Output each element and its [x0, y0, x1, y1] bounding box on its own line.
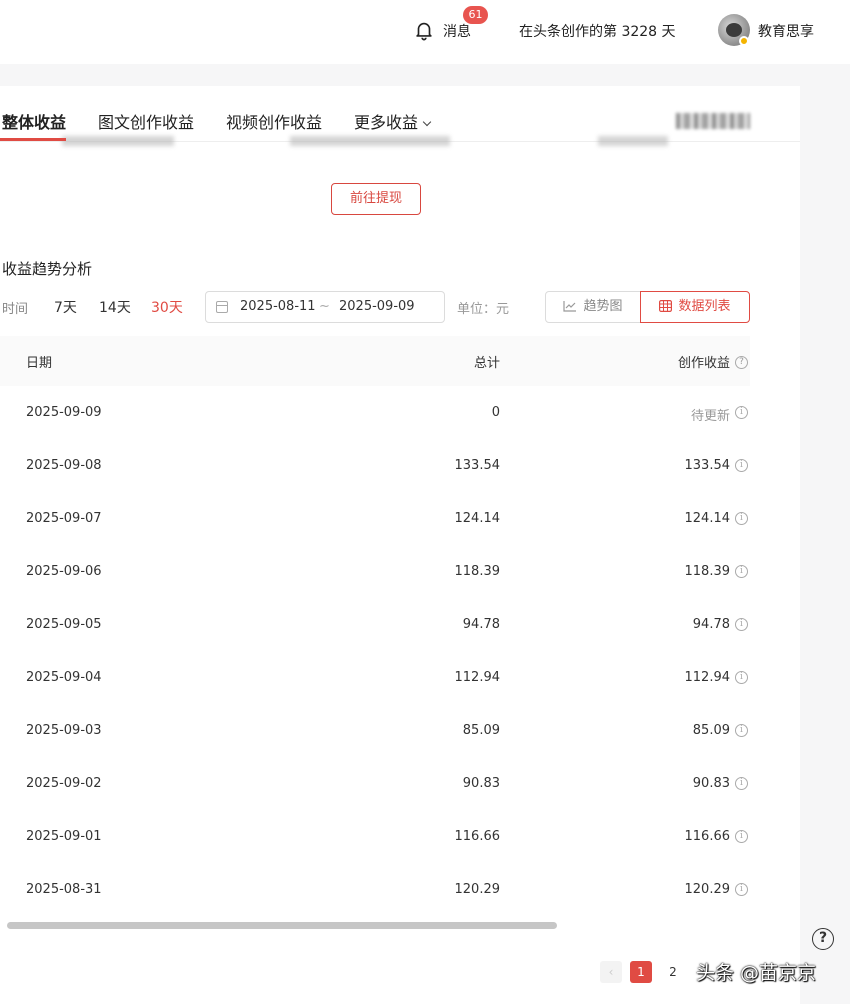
messages-link[interactable]: 消息	[443, 21, 471, 41]
tab-video[interactable]: 视频创作收益	[226, 109, 322, 133]
info-icon[interactable]: i	[735, 512, 748, 525]
table-header: 日期 总计 创作收益?	[0, 336, 750, 386]
date-range-picker[interactable]: 2025-08-11 ~ 2025-09-09	[205, 291, 445, 323]
info-icon[interactable]: i	[735, 459, 748, 472]
table-row: 2025-08-31 120.29 120.29 i	[0, 863, 750, 916]
info-icon[interactable]: i	[735, 830, 748, 843]
page-1-button[interactable]: 1	[630, 961, 652, 983]
range-7-days[interactable]: 7天	[54, 297, 77, 317]
table-row: 2025-09-09 0 待更新 i	[0, 386, 750, 439]
row-total: 90.83	[462, 776, 500, 791]
row-total: 0	[491, 405, 500, 420]
trend-chart-button[interactable]: 趋势图	[545, 291, 641, 323]
range-14-days[interactable]: 14天	[99, 297, 131, 317]
info-icon[interactable]: i	[735, 883, 748, 896]
withdraw-button[interactable]: 前往提现	[331, 183, 421, 215]
date-separator: ~	[319, 299, 330, 314]
row-income: 133.54	[684, 458, 731, 473]
row-total: 94.78	[462, 617, 500, 632]
info-icon[interactable]: i	[735, 777, 748, 790]
row-date: 2025-09-06	[26, 564, 102, 579]
page-2-button[interactable]: 2	[662, 961, 684, 983]
row-total: 85.09	[462, 723, 500, 738]
column-income-label: 创作收益	[677, 356, 730, 371]
prev-page-button[interactable]: ‹	[600, 961, 622, 983]
start-date[interactable]: 2025-08-11	[240, 299, 316, 314]
info-icon[interactable]: i	[735, 565, 748, 578]
table-row: 2025-09-08 133.54 133.54 i	[0, 439, 750, 492]
line-chart-icon	[563, 300, 577, 312]
table-row: 2025-09-02 90.83 90.83 i	[0, 757, 750, 810]
tab-more-label: 更多收益	[354, 113, 419, 132]
view-toggle: 趋势图 数据列表	[545, 291, 750, 323]
row-date: 2025-09-01	[26, 829, 102, 844]
trend-chart-label: 趋势图	[583, 299, 623, 314]
row-income: 85.09	[692, 723, 730, 738]
messages-count-badge: 61	[463, 6, 488, 24]
verified-badge-icon	[739, 36, 749, 46]
help-circle-icon[interactable]: ?	[735, 356, 748, 369]
row-date: 2025-09-05	[26, 617, 102, 632]
row-total: 116.66	[454, 829, 501, 844]
top-header: 消息 61 在头条创作的第 3228 天 教育思享	[0, 0, 850, 64]
row-income: 116.66	[684, 829, 731, 844]
row-income: 94.78	[692, 617, 730, 632]
row-date: 2025-09-03	[26, 723, 102, 738]
row-date: 2025-09-09	[26, 405, 102, 420]
row-income: 118.39	[684, 564, 731, 579]
range-30-days[interactable]: 30天	[151, 297, 183, 317]
table-row: 2025-09-01 116.66 116.66 i	[0, 810, 750, 863]
column-date: 日期	[26, 356, 53, 371]
table-row: 2025-09-05 94.78 94.78 i	[0, 598, 750, 651]
row-total: 118.39	[454, 564, 501, 579]
column-income: 创作收益?	[678, 352, 748, 371]
end-date[interactable]: 2025-09-09	[339, 299, 415, 314]
obscured-summary-row	[60, 132, 700, 146]
row-date: 2025-09-08	[26, 458, 102, 473]
data-list-button[interactable]: 数据列表	[640, 291, 750, 323]
row-date: 2025-09-04	[26, 670, 102, 685]
row-income: 待更新	[690, 409, 730, 424]
chevron-down-icon	[422, 117, 432, 127]
tab-article[interactable]: 图文创作收益	[98, 109, 194, 133]
row-total: 133.54	[454, 458, 501, 473]
help-button[interactable]: ?	[812, 928, 834, 950]
earnings-tabs: 整体收益 图文创作收益 视频创作收益 更多收益	[0, 86, 800, 146]
data-list-label: 数据列表	[678, 299, 731, 314]
column-total: 总计	[473, 356, 500, 371]
row-income: 124.14	[684, 511, 731, 526]
row-date: 2025-09-07	[26, 511, 102, 526]
calendar-icon	[216, 301, 228, 313]
row-income: 120.29	[684, 882, 731, 897]
table-row: 2025-09-03 85.09 85.09 i	[0, 704, 750, 757]
creation-days-text: 在头条创作的第 3228 天	[519, 24, 676, 40]
row-total: 124.14	[454, 511, 501, 526]
watermark-text: 头条 @苗京京	[696, 962, 817, 984]
tab-more[interactable]: 更多收益	[354, 109, 432, 133]
info-icon[interactable]: i	[735, 618, 748, 631]
bell-icon[interactable]	[413, 19, 435, 41]
row-total: 112.94	[454, 670, 501, 685]
table-row: 2025-09-07 124.14 124.14 i	[0, 492, 750, 545]
table-row: 2025-09-04 112.94 112.94 i	[0, 651, 750, 704]
row-date: 2025-09-02	[26, 776, 102, 791]
section-title: 收益趋势分析	[2, 260, 93, 278]
time-filter-label: 时间	[2, 302, 29, 317]
tab-overall[interactable]: 整体收益	[2, 109, 66, 133]
unit-label: 单位：元	[457, 302, 510, 317]
row-date: 2025-08-31	[26, 882, 102, 897]
info-icon[interactable]: i	[735, 724, 748, 737]
table-row: 2025-09-06 118.39 118.39 i	[0, 545, 750, 598]
info-icon[interactable]: i	[735, 671, 748, 684]
horizontal-scrollbar[interactable]	[7, 922, 557, 929]
user-name[interactable]: 教育思享	[758, 21, 814, 41]
info-icon[interactable]: i	[735, 406, 748, 419]
obscured-element	[676, 113, 750, 129]
row-income: 112.94	[684, 670, 731, 685]
active-tab-indicator	[0, 138, 66, 141]
row-total: 120.29	[454, 882, 501, 897]
row-income: 90.83	[692, 776, 730, 791]
table-icon	[659, 299, 673, 312]
earnings-card: 整体收益 图文创作收益 视频创作收益 更多收益 前往提现 收益趋势分析 时间 7…	[0, 86, 800, 1004]
